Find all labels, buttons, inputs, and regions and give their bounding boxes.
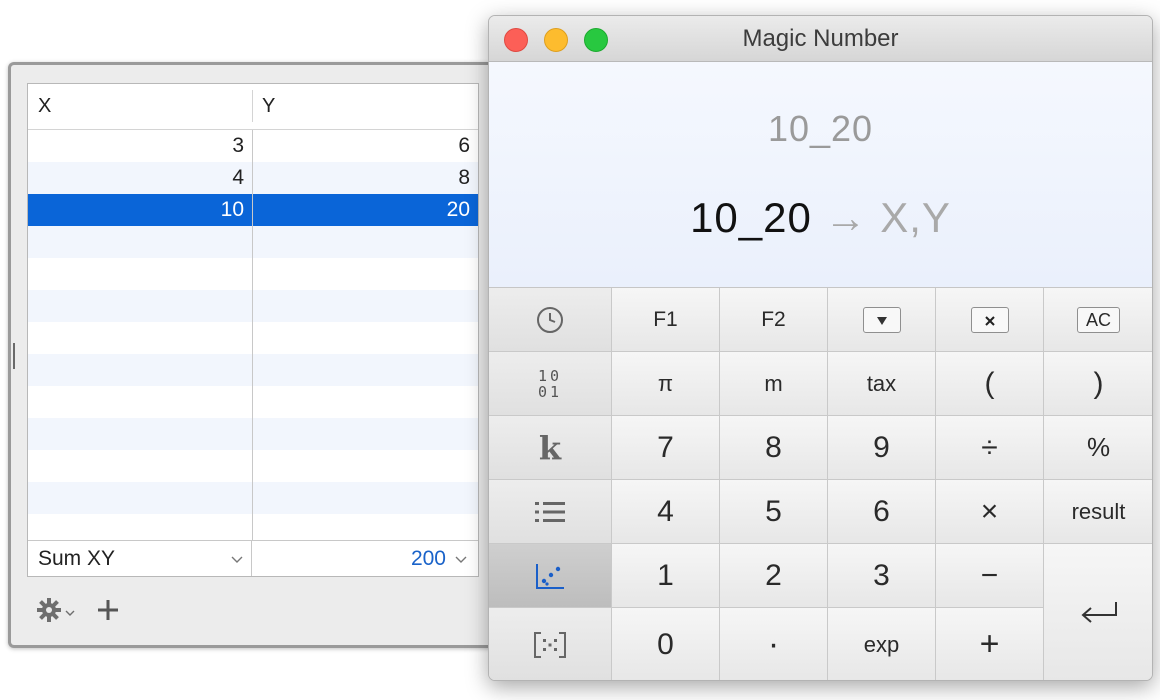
cell-x[interactable]: 10 [28, 194, 252, 226]
empty-row[interactable] [28, 418, 478, 450]
gear-icon [37, 598, 61, 622]
decimal-point-button[interactable]: · [720, 608, 828, 680]
function-value-select[interactable]: 200 [252, 541, 478, 576]
f1-button[interactable]: F1 [612, 288, 720, 352]
column-divider [252, 130, 253, 540]
window-title: Magic Number [742, 25, 899, 52]
expression-input: 10_20 [767, 108, 874, 149]
dropdown-button[interactable] [828, 288, 936, 352]
empty-row[interactable] [28, 226, 478, 258]
clock-icon [537, 306, 563, 333]
digit-5-button[interactable]: 5 [720, 480, 828, 544]
statistics-mode-button[interactable] [489, 544, 612, 608]
empty-row[interactable] [28, 258, 478, 290]
result-line: 10_20 → X,Y [489, 194, 1152, 242]
result-value: 10_20 [690, 194, 812, 241]
empty-row[interactable] [28, 322, 478, 354]
cell-x[interactable]: 3 [28, 130, 252, 162]
chevron-down-icon [231, 556, 243, 563]
clear-all-button[interactable]: AC [1044, 288, 1152, 352]
matrix-icon [534, 631, 566, 658]
delete-button[interactable] [936, 288, 1044, 352]
enter-button[interactable] [1044, 544, 1152, 680]
cell-y[interactable]: 8 [253, 162, 478, 194]
calculator-display: 10_20 10_20 → X,Y [489, 62, 1152, 288]
scatter-chart-icon [536, 563, 564, 589]
tax-button[interactable]: tax [828, 352, 936, 416]
drawer-resize-handle[interactable] [13, 343, 15, 369]
empty-row[interactable] [28, 386, 478, 418]
digit-8-button[interactable]: 8 [720, 416, 828, 480]
triangle-down-icon [862, 306, 901, 333]
digit-3-button[interactable]: 3 [828, 544, 936, 608]
binary-icon: 10 01 [537, 366, 563, 401]
add-row-button[interactable] [95, 595, 121, 625]
column-header-y[interactable]: Y [252, 84, 478, 129]
title-bar[interactable]: Magic Number [489, 16, 1152, 62]
close-paren-button[interactable]: ) [1044, 352, 1152, 416]
return-arrow-icon [1080, 601, 1117, 623]
percent-button[interactable]: % [1044, 416, 1152, 480]
digit-9-button[interactable]: 9 [828, 416, 936, 480]
constants-button[interactable]: k [489, 416, 612, 480]
multiply-button[interactable]: × [936, 480, 1044, 544]
cell-x[interactable]: 4 [28, 162, 252, 194]
memory-button[interactable]: m [720, 352, 828, 416]
keypad: F1 F2 AC 10 01 π m tax () k 7 8 9 ÷ % 4… [489, 288, 1152, 680]
matrix-mode-button[interactable] [489, 608, 612, 680]
function-select[interactable]: Sum XY [28, 541, 252, 576]
function-value: 200 [410, 547, 446, 570]
calculator-window: Magic Number 10_20 10_20 → X,Y F1 F2 AC … [488, 15, 1153, 681]
close-icon [970, 306, 1009, 333]
table-row[interactable]: 3 6 [28, 130, 478, 162]
digit-1-button[interactable]: 1 [612, 544, 720, 608]
digit-0-button[interactable]: 0 [612, 608, 720, 680]
conversion-target: X,Y [880, 194, 951, 241]
cell-y[interactable]: 6 [253, 130, 478, 162]
table-footer: Sum XY 200 [28, 540, 478, 576]
history-button[interactable] [489, 288, 612, 352]
exp-button[interactable]: exp [828, 608, 936, 680]
column-header-x[interactable]: X [28, 84, 252, 129]
clear-all-label: AC [1076, 306, 1120, 333]
plus-icon [98, 600, 118, 620]
cell-y[interactable]: 20 [253, 194, 478, 226]
data-drawer: X Y 3 6 4 8 10 20 Sum XY 200 [8, 62, 508, 648]
plus-button[interactable]: + [936, 608, 1044, 680]
f2-button[interactable]: F2 [720, 288, 828, 352]
table-row-selected[interactable]: 10 20 [28, 194, 478, 226]
list-mode-button[interactable] [489, 480, 612, 544]
open-paren-button[interactable]: ( [936, 352, 1044, 416]
empty-row[interactable] [28, 354, 478, 386]
settings-menu-button[interactable] [33, 595, 79, 625]
digit-4-button[interactable]: 4 [612, 480, 720, 544]
empty-row[interactable] [28, 482, 478, 514]
result-button[interactable]: result [1044, 480, 1152, 544]
digit-6-button[interactable]: 6 [828, 480, 936, 544]
function-select-label: Sum XY [38, 547, 116, 570]
minus-button[interactable]: − [936, 544, 1044, 608]
digit-7-button[interactable]: 7 [612, 416, 720, 480]
list-icon [535, 501, 565, 522]
digit-2-button[interactable]: 2 [720, 544, 828, 608]
binary-mode-button[interactable]: 10 01 [489, 352, 612, 416]
data-table: X Y 3 6 4 8 10 20 Sum XY 200 [27, 83, 479, 577]
table-rows: 3 6 4 8 10 20 [28, 130, 478, 546]
empty-row[interactable] [28, 450, 478, 482]
chevron-down-icon [65, 610, 75, 616]
empty-row[interactable] [28, 290, 478, 322]
pi-button[interactable]: π [612, 352, 720, 416]
chevron-down-icon [455, 556, 467, 563]
conversion-arrow: → [824, 194, 868, 241]
table-header: X Y [28, 84, 478, 130]
divide-button[interactable]: ÷ [936, 416, 1044, 480]
table-row[interactable]: 4 8 [28, 162, 478, 194]
